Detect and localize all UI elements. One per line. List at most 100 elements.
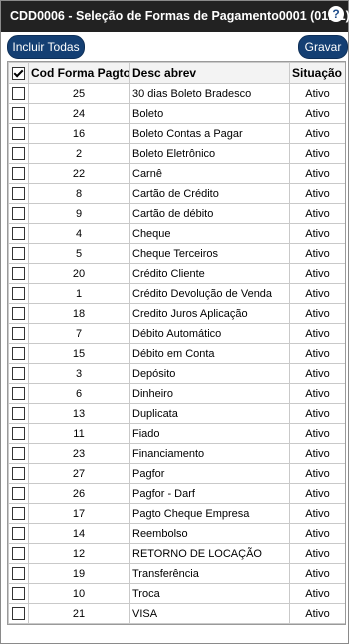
save-button[interactable]: Gravar [298,35,348,59]
cell-status: Ativo [289,523,345,544]
row-checkbox[interactable] [12,227,25,240]
row-checkbox[interactable] [12,107,25,120]
row-select-cell [8,583,29,604]
table-row[interactable]: 5 Cheque Terceiros Ativo [8,243,345,264]
column-header-code[interactable]: Cod Forma Pagto [28,62,130,84]
cell-status: Ativo [289,583,345,604]
cell-code: 3 [28,363,130,384]
table-row[interactable]: 22 Carnê Ativo [8,163,345,184]
table-row[interactable]: 24 Boleto Ativo [8,103,345,124]
table-row[interactable]: 20 Crédito Cliente Ativo [8,263,345,284]
row-select-cell [8,303,29,324]
cell-code: 18 [28,303,130,324]
row-checkbox[interactable] [12,187,25,200]
cell-code: 1 [28,283,130,304]
row-select-cell [8,263,29,284]
include-all-button[interactable]: Incluir Todas [7,35,85,59]
table-row[interactable]: 26 Pagfor - Darf Ativo [8,483,345,504]
row-checkbox[interactable] [12,487,25,500]
table-row[interactable]: 19 Transferência Ativo [8,563,345,584]
row-checkbox[interactable] [12,567,25,580]
row-checkbox[interactable] [12,87,25,100]
cell-desc: Pagfor [129,463,290,484]
table-row[interactable]: 15 Débito em Conta Ativo [8,343,345,364]
row-checkbox[interactable] [12,247,25,260]
table-row[interactable]: 11 Fiado Ativo [8,423,345,444]
row-checkbox[interactable] [12,367,25,380]
row-checkbox[interactable] [12,527,25,540]
table-row[interactable]: 23 Financiamento Ativo [8,443,345,464]
table-row[interactable]: 8 Cartão de Crédito Ativo [8,183,345,204]
row-checkbox[interactable] [12,427,25,440]
table-row[interactable]: 9 Cartão de débito Ativo [8,203,345,224]
table-row[interactable]: 4 Cheque Ativo [8,223,345,244]
table-row[interactable]: 18 Credito Juros Aplicação Ativo [8,303,345,324]
row-checkbox[interactable] [12,607,25,620]
row-checkbox[interactable] [12,387,25,400]
help-icon[interactable]: ? [328,6,344,22]
table-row[interactable]: 2 Boleto Eletrônico Ativo [8,143,345,164]
cell-desc: Duplicata [129,403,290,424]
row-select-cell [8,423,29,444]
row-checkbox[interactable] [12,547,25,560]
table-row[interactable]: 21 VISA Ativo [8,603,345,624]
row-checkbox[interactable] [12,127,25,140]
cell-code: 10 [28,583,130,604]
table-row[interactable]: 6 Dinheiro Ativo [8,383,345,404]
row-checkbox[interactable] [12,507,25,520]
cell-desc: Boleto [129,103,290,124]
row-checkbox[interactable] [12,447,25,460]
table-row[interactable]: 10 Troca Ativo [8,583,345,604]
cell-desc: VISA [129,603,290,624]
table-row[interactable]: 7 Débito Automático Ativo [8,323,345,344]
table-row[interactable]: 17 Pagto Cheque Empresa Ativo [8,503,345,524]
table-row[interactable]: 1 Crédito Devolução de Venda Ativo [8,283,345,304]
cell-desc: Boleto Contas a Pagar [129,123,290,144]
cell-desc: 30 dias Boleto Bradesco [129,83,290,104]
row-checkbox[interactable] [12,267,25,280]
row-checkbox[interactable] [12,347,25,360]
row-checkbox[interactable] [12,167,25,180]
cell-status: Ativo [289,183,345,204]
cell-code: 8 [28,183,130,204]
cell-status: Ativo [289,243,345,264]
table-row[interactable]: 27 Pagfor Ativo [8,463,345,484]
row-checkbox[interactable] [12,307,25,320]
row-checkbox[interactable] [12,587,25,600]
table-row[interactable]: 13 Duplicata Ativo [8,403,345,424]
title-bar: CDD0006 - Seleção de Formas de Pagamento… [1,1,349,32]
row-select-cell [8,323,29,344]
cell-desc: Pagto Cheque Empresa [129,503,290,524]
row-checkbox[interactable] [12,467,25,480]
row-select-cell [8,243,29,264]
table-row[interactable]: 12 RETORNO DE LOCAÇÃO Ativo [8,543,345,564]
table-row[interactable]: 3 Depósito Ativo [8,363,345,384]
table-row[interactable]: 16 Boleto Contas a Pagar Ativo [8,123,345,144]
cell-code: 6 [28,383,130,404]
row-checkbox[interactable] [12,327,25,340]
row-checkbox[interactable] [12,407,25,420]
table-row[interactable]: 14 Reembolso Ativo [8,523,345,544]
cell-status: Ativo [289,83,345,104]
table-row[interactable]: 25 30 dias Boleto Bradesco Ativo [8,83,345,104]
cell-status: Ativo [289,123,345,144]
column-header-status[interactable]: Situação [289,62,345,84]
row-select-cell [8,483,29,504]
cell-status: Ativo [289,343,345,364]
cell-desc: RETORNO DE LOCAÇÃO [129,543,290,564]
cell-status: Ativo [289,103,345,124]
select-all-checkbox[interactable] [12,67,25,81]
row-checkbox[interactable] [12,147,25,160]
row-checkbox[interactable] [12,207,25,220]
cell-desc: Dinheiro [129,383,290,404]
cell-status: Ativo [289,323,345,344]
cell-code: 9 [28,203,130,224]
row-checkbox[interactable] [12,287,25,300]
row-select-cell [8,403,29,424]
column-header-desc[interactable]: Desc abrev [129,62,290,84]
cell-code: 4 [28,223,130,244]
cell-desc: Fiado [129,423,290,444]
cell-code: 23 [28,443,130,464]
cell-desc: Carnê [129,163,290,184]
row-select-cell [8,463,29,484]
